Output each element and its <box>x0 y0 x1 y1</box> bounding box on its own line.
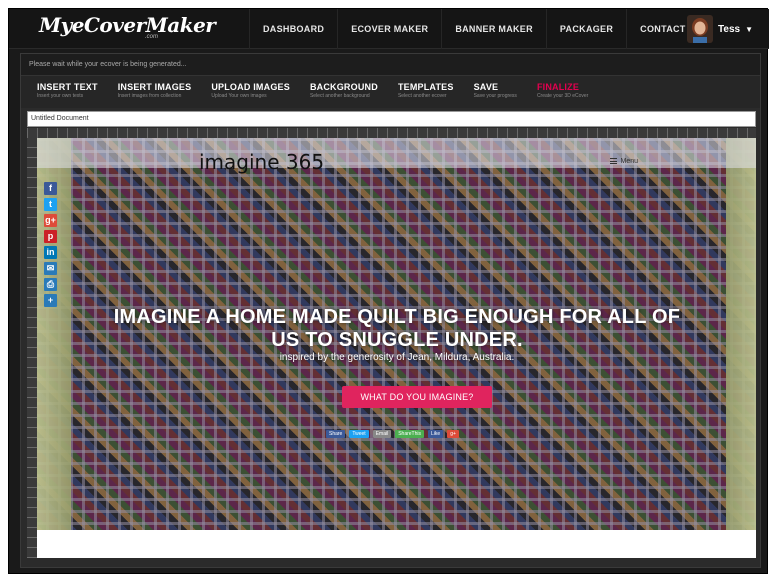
tool-description: Save your progress <box>473 93 517 99</box>
canvas-footer-area <box>37 530 756 558</box>
hero-subline: inspired by the generosity of Jean, Mild… <box>279 352 515 363</box>
nav-banner-maker[interactable]: BANNER MAKER <box>441 9 546 49</box>
print-icon: ⎙ <box>44 278 57 291</box>
tool-title: SAVE <box>473 82 499 92</box>
facebook-icon: f <box>44 182 57 195</box>
tool-title: FINALIZE <box>536 82 580 92</box>
editor-toolbar: INSERT TEXT Insert your own texts INSERT… <box>21 76 760 108</box>
share-button-like: Like <box>428 430 444 438</box>
share-button-sharethis: ShareThis <box>395 430 424 438</box>
tool-description: Create your 3D eCover <box>536 93 589 99</box>
tool-description: Select another background <box>309 93 370 99</box>
main-nav: DASHBOARD ECOVER MAKER BANNER MAKER PACK… <box>249 9 699 49</box>
share-button-tweet: Tweet <box>349 430 369 438</box>
ecover-canvas[interactable]: imagine 365 Menu f t g+ p in ✉ ⎙ + IMAGINE A HO… <box>37 138 756 558</box>
app-window: MyeCoverMaker .com DASHBOARD ECOVER MAKE… <box>8 8 769 574</box>
tool-title: UPLOAD IMAGES <box>211 82 290 92</box>
twitter-icon: t <box>44 198 57 211</box>
avatar <box>687 15 714 43</box>
menu-label: Menu <box>620 158 638 165</box>
tool-title: BACKGROUND <box>309 82 378 92</box>
site-menu: Menu <box>610 158 638 165</box>
hero-headline: IMAGINE A HOME MADE QUILT BIG ENOUGH FOR… <box>113 306 681 351</box>
vertical-ruler <box>27 138 37 558</box>
tool-title: TEMPLATES <box>397 82 454 92</box>
site-logo[interactable]: MyeCoverMaker <box>39 13 216 37</box>
linkedin-icon: in <box>44 246 57 259</box>
tool-description: Insert your own texts <box>37 93 84 99</box>
background-button[interactable]: BACKGROUND Select another background <box>300 76 388 108</box>
tool-description: Upload Your own images <box>211 93 267 99</box>
save-button[interactable]: SAVE Save your progress <box>464 76 527 108</box>
logo-domain: .com <box>145 34 159 40</box>
more-share-icon: + <box>44 294 57 307</box>
site-header-strip <box>37 138 756 168</box>
tool-title: INSERT IMAGES <box>117 82 192 92</box>
tool-description: Select another ecover <box>397 93 447 99</box>
google-plus-icon: g+ <box>44 214 57 227</box>
email-icon: ✉ <box>44 262 57 275</box>
nav-ecover-maker[interactable]: ECOVER MAKER <box>337 9 441 49</box>
user-name: Tess <box>718 23 741 35</box>
insert-text-button[interactable]: INSERT TEXT Insert your own texts <box>27 76 108 108</box>
share-button-g: g+ <box>447 430 459 438</box>
tool-description: Insert images from collection <box>117 93 182 99</box>
share-button-share: Share <box>326 430 346 438</box>
templates-button[interactable]: TEMPLATES Select another ecover <box>388 76 464 108</box>
quilt-border-right <box>726 138 756 558</box>
call-to-action-button: WHAT DO YOU IMAGINE? <box>342 386 492 408</box>
hamburger-icon <box>610 158 618 165</box>
chevron-down-icon: ▼ <box>745 24 753 34</box>
editor-panel: Please wait while your ecover is being g… <box>20 53 761 568</box>
upload-images-button[interactable]: UPLOAD IMAGES Upload Your own images <box>201 76 300 108</box>
nav-dashboard[interactable]: DASHBOARD <box>249 9 337 49</box>
tool-title: INSERT TEXT <box>37 82 98 92</box>
share-buttons-row: Share Tweet Email ShareThis Like g+ <box>326 430 463 438</box>
user-menu[interactable]: Tess ▼ <box>687 15 753 43</box>
top-navigation-bar: MyeCoverMaker .com DASHBOARD ECOVER MAKE… <box>9 9 769 49</box>
insert-images-button[interactable]: INSERT IMAGES Insert images from collect… <box>108 76 202 108</box>
status-message: Please wait while your ecover is being g… <box>21 54 760 76</box>
site-title: imagine 365 <box>199 150 325 174</box>
share-button-email: Email <box>372 430 392 438</box>
social-share-sidebar: f t g+ p in ✉ ⎙ + <box>44 182 59 310</box>
nav-packager[interactable]: PACKAGER <box>545 9 626 49</box>
document-name-field[interactable]: Untitled Document <box>27 111 756 127</box>
horizontal-ruler <box>27 128 756 138</box>
pinterest-icon: p <box>44 230 57 243</box>
finalize-button[interactable]: FINALIZE Create your 3D eCover <box>527 76 598 108</box>
